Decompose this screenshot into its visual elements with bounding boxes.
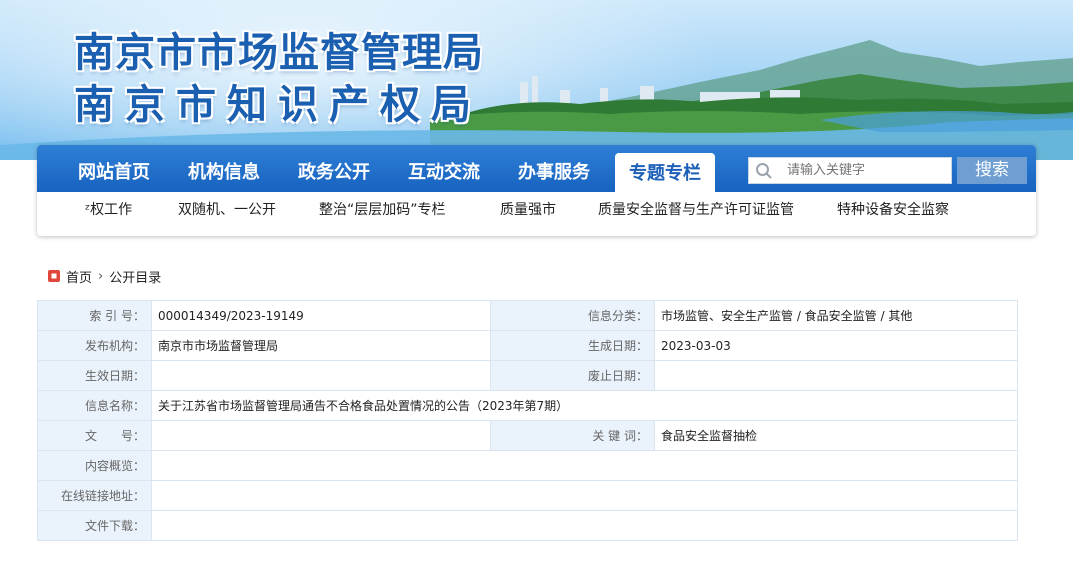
nav-item-home[interactable]: 网站首页 (63, 145, 165, 192)
abolished-date-label: 废止日期： (490, 360, 655, 391)
chevron-right-icon: › (98, 268, 104, 284)
effective-date-label: 生效日期： (37, 360, 152, 391)
subnav-item-double-random[interactable]: 双随机、一公开 (178, 192, 276, 232)
nav-bar: 网站首页 机构信息 政务公开 互动交流 办事服务 专题专栏 搜索 (37, 145, 1036, 192)
nav-item-interaction[interactable]: 互动交流 (393, 145, 495, 192)
table-row: 内容概览： (37, 450, 1018, 481)
nav-item-special-topics[interactable]: 专题专栏 (615, 153, 715, 192)
file-download-value[interactable] (151, 510, 1018, 541)
index-value: 000014349/2023-19149 (151, 300, 491, 331)
header-banner: 南京市市场监督管理局 南京市知识产权局 (0, 0, 1073, 160)
search-input[interactable] (781, 158, 955, 183)
nav-item-organization[interactable]: 机构信息 (173, 145, 275, 192)
table-row: 在线链接地址： (37, 480, 1018, 511)
keyword-label: 关 键 词： (490, 420, 655, 451)
publisher-value: 南京市市场监督管理局 (151, 330, 491, 361)
created-date-label: 生成日期： (490, 330, 655, 361)
keyword-value: 食品安全监督抽检 (654, 420, 1018, 451)
summary-value (151, 450, 1018, 481)
breadcrumb-current-link[interactable]: 公开目录 (109, 267, 161, 286)
online-link-value[interactable] (151, 480, 1018, 511)
subnav-item-quality-city[interactable]: 质量强市 (500, 192, 556, 232)
online-link-label: 在线链接地址： (37, 480, 152, 511)
subnav-item-burden-reduction[interactable]: 整治“层层加码”专栏 (319, 192, 446, 232)
banner-title-line1: 南京市市场监督管理局 (74, 29, 484, 76)
nav-item-services[interactable]: 办事服务 (503, 145, 605, 192)
banner-title-line2: 南京市知识产权局 (74, 81, 482, 128)
nav-item-government-affairs[interactable]: 政务公开 (283, 145, 385, 192)
subnav-item-special-equipment[interactable]: 特种设备安全监察 (837, 192, 949, 232)
category-value: 市场监管、安全生产监管 / 食品安全监管 / 其他 (654, 300, 1018, 331)
table-row: 生效日期： 废止日期： (37, 360, 1018, 391)
search-icon (756, 163, 772, 179)
subnav-item-rights-work[interactable]: ᶻ权工作 (85, 192, 132, 232)
table-row: 发布机构： 南京市市场监督管理局 生成日期： 2023-03-03 (37, 330, 1018, 361)
info-name-value: 关于江苏省市场监督管理局通告不合格食品处置情况的公告（2023年第7期） (151, 390, 1018, 421)
abolished-date-value (654, 360, 1018, 391)
created-date-value: 2023-03-03 (654, 330, 1018, 361)
index-label: 索 引 号： (37, 300, 152, 331)
table-row: 索 引 号： 000014349/2023-19149 信息分类： 市场监管、安… (37, 300, 1018, 331)
sub-navigation: ᶻ权工作 双随机、一公开 整治“层层加码”专栏 质量强市 质量安全监督与生产许可… (37, 192, 1036, 232)
info-table: 索 引 号： 000014349/2023-19149 信息分类： 市场监管、安… (37, 300, 1018, 541)
home-icon (48, 270, 60, 282)
info-name-label: 信息名称： (37, 390, 152, 421)
search-button[interactable]: 搜索 (957, 157, 1027, 184)
summary-label: 内容概览： (37, 450, 152, 481)
main-navigation: 网站首页 机构信息 政务公开 互动交流 办事服务 专题专栏 搜索 ᶻ权工作 双随… (37, 145, 1036, 236)
breadcrumb: 首页 › 公开目录 (48, 266, 161, 286)
category-label: 信息分类： (490, 300, 655, 331)
effective-date-value (151, 360, 491, 391)
document-number-value (151, 420, 491, 451)
table-row: 信息名称： 关于江苏省市场监督管理局通告不合格食品处置情况的公告（2023年第7… (37, 390, 1018, 421)
table-row: 文件下载： (37, 510, 1018, 541)
publisher-label: 发布机构： (37, 330, 152, 361)
file-download-label: 文件下载： (37, 510, 152, 541)
search-box (748, 157, 955, 184)
subnav-item-quality-safety[interactable]: 质量安全监督与生产许可证监管 (598, 192, 794, 232)
document-number-label: 文 号： (37, 420, 152, 451)
breadcrumb-home-link[interactable]: 首页 (66, 267, 92, 286)
table-row: 文 号： 关 键 词： 食品安全监督抽检 (37, 420, 1018, 451)
